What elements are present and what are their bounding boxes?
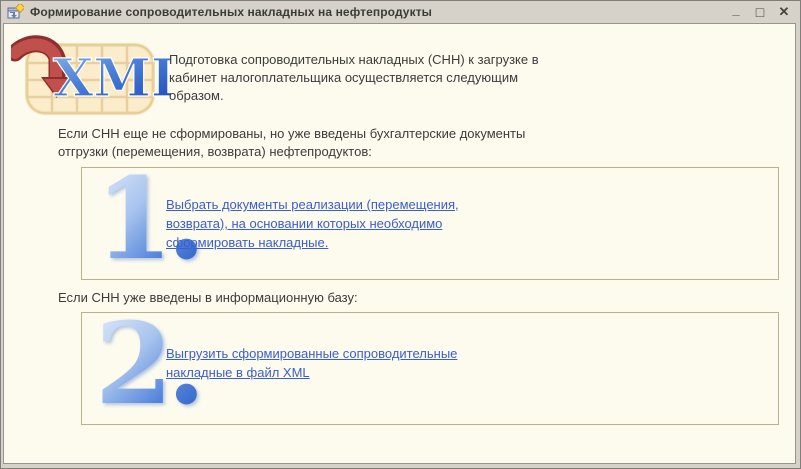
xml-logo: XML [11, 32, 171, 116]
maximize-icon[interactable]: □ [753, 4, 767, 20]
step-2-link[interactable]: Выгрузить сформированные сопроводительны… [166, 344, 476, 382]
minimize-icon[interactable]: _ [729, 4, 743, 20]
form-icon [7, 4, 24, 20]
window-controls: _ □ ✕ [729, 4, 791, 20]
content-area: XML Подготовка сопроводительных накладны… [3, 23, 796, 464]
intro-text: Подготовка сопроводительных накладных (С… [169, 51, 569, 105]
close-icon[interactable]: ✕ [777, 4, 791, 20]
step-1-box: 1. Выбрать документы реализации (перемещ… [81, 167, 779, 280]
app-window: Формирование сопроводительных накладных … [0, 0, 801, 469]
window-title: Формирование сопроводительных накладных … [30, 5, 432, 19]
step-1-link[interactable]: Выбрать документы реализации (перемещени… [166, 195, 466, 252]
xml-logo-text: XML [53, 48, 171, 109]
title-bar[interactable]: Формирование сопроводительных накладных … [2, 1, 799, 23]
step-2-box: 2. Выгрузить сформированные сопроводител… [81, 312, 779, 425]
